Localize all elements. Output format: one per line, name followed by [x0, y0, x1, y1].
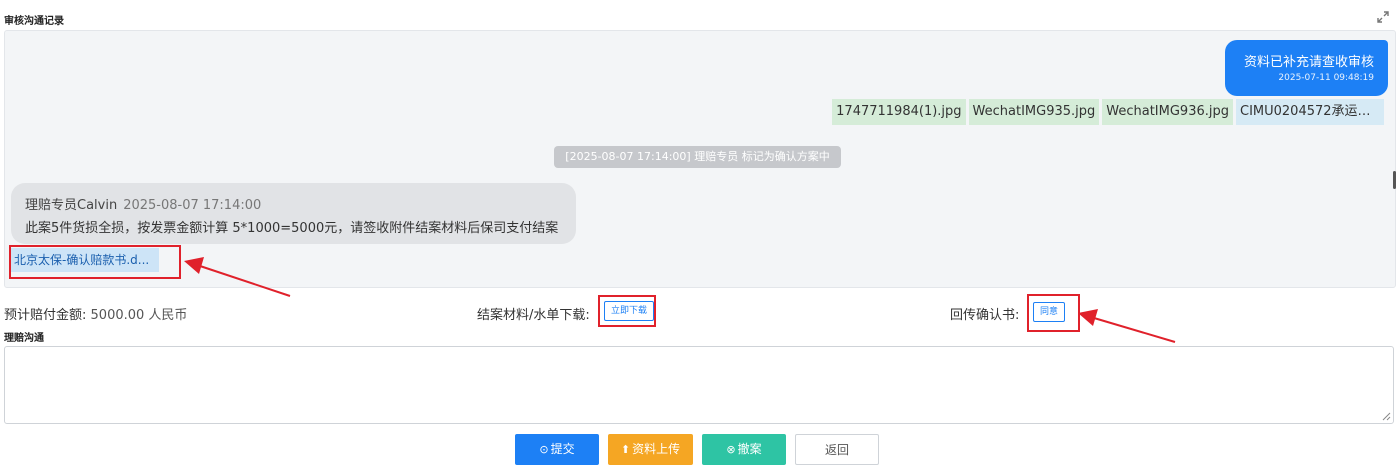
upload-icon: ⬆ [620, 443, 631, 456]
file-chip[interactable]: WechatIMG935.jpg [968, 99, 1100, 125]
incoming-message-bubble: 理赔专员Calvin 2025-08-07 17:14:00 此案5件货损全损，按… [11, 183, 576, 244]
chat-scrollbar[interactable] [1393, 171, 1396, 189]
arrow-to-agree [1078, 309, 1176, 343]
expand-icon[interactable] [1376, 10, 1390, 24]
estimated-payout-label: 预计赔付金额: [4, 308, 87, 323]
outgoing-message-text: 资料已补充请查收审核 [1243, 55, 1374, 70]
withdraw-button-label: 撤案 [737, 442, 762, 456]
claim-review-page: 审核沟通记录 资料已补充请查收审核 2025-07-11 09:48:19 17… [0, 0, 1400, 468]
submit-button-label: 提交 [550, 442, 575, 456]
communication-input[interactable] [4, 346, 1394, 424]
back-button-label: 返回 [824, 443, 849, 457]
resize-handle-icon[interactable] [1381, 411, 1391, 421]
estimated-payout-value: 5000.00 人民币 [90, 308, 188, 323]
withdraw-case-button[interactable]: ⊗ 撤案 [702, 434, 786, 465]
estimated-payout: 预计赔付金额: 5000.00 人民币 [4, 304, 187, 323]
upload-button-label: 资料上传 [632, 442, 681, 456]
attached-files-list: 1747711984(1).jpg WechatIMG935.jpg Wecha… [832, 99, 1384, 125]
incoming-message-time: 2025-08-07 17:14:00 [123, 198, 262, 213]
outgoing-message-time: 2025-07-11 09:48:19 [1278, 73, 1374, 83]
incoming-message-text: 此案5件货损全损，按发票金额计算 5*1000=5000元，请签收附件结案材料后… [25, 221, 559, 236]
file-chip[interactable]: CIMU0204572承运人... [1236, 99, 1384, 125]
confirm-letter-label: 回传确认书: [950, 308, 1020, 323]
incoming-message-header: 理赔专员Calvin 2025-08-07 17:14:00 [25, 194, 261, 213]
system-status-note: [2025-08-07 17:14:00] 理赔专员 标记为确认方案中 [554, 146, 841, 168]
download-label: 结案材料/水单下载: [477, 308, 590, 323]
section-title-communication: 理赔沟通 [4, 333, 44, 344]
submit-button[interactable]: ⊙ 提交 [515, 434, 599, 465]
highlight-box-agree [1027, 294, 1080, 332]
close-circle-icon: ⊗ [726, 443, 736, 456]
section-title-review-log: 审核沟通记录 [4, 16, 64, 27]
check-circle-icon: ⊙ [539, 443, 549, 456]
highlight-box-download [598, 295, 656, 327]
file-chip[interactable]: WechatIMG936.jpg [1102, 99, 1233, 125]
sender-name: 理赔专员Calvin [25, 198, 118, 213]
back-button[interactable]: 返回 [795, 434, 879, 465]
highlight-box-attachment [9, 245, 181, 279]
outgoing-message-bubble: 资料已补充请查收审核 2025-07-11 09:48:19 [1225, 40, 1388, 96]
upload-materials-button[interactable]: ⬆ 资料上传 [608, 434, 693, 465]
file-chip[interactable]: 1747711984(1).jpg [832, 99, 966, 125]
